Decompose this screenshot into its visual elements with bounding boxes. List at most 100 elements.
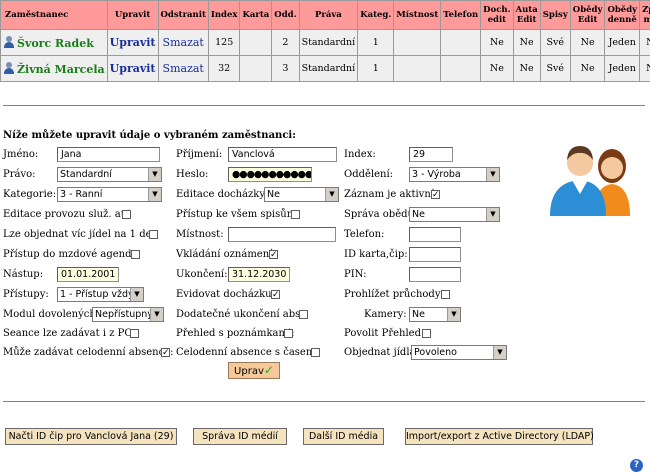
attendance-edit-cell: Ne bbox=[480, 55, 514, 82]
sprava-obedu-label: Správa obědů bbox=[344, 209, 414, 220]
table-row[interactable]: Švorc Radek Upravit Smazat 125 2 Standar… bbox=[0, 29, 650, 56]
ukonceni-label: Ukončení: bbox=[176, 269, 228, 280]
employee-table: Zaměstnanec Upravit Odstranit Index Kart… bbox=[0, 0, 650, 82]
col-header-edit: Upravit bbox=[106, 0, 159, 30]
objednat-jidla-select[interactable]: Povoleno ▼ bbox=[411, 345, 507, 360]
col-header-files: Spisy bbox=[539, 0, 571, 30]
chevron-down-icon: ▼ bbox=[447, 308, 460, 321]
vkladani-oznameni-label: Vkládání oznámení bbox=[176, 249, 273, 260]
phone-cell bbox=[440, 55, 482, 82]
editace-provozu-checkbox[interactable] bbox=[122, 210, 131, 219]
cars-edit-cell: Ne bbox=[512, 55, 541, 82]
pravo-select[interactable]: Standardní ▼ bbox=[57, 167, 162, 182]
pristup-mzdove-checkbox[interactable] bbox=[131, 250, 140, 259]
table-row[interactable]: Živná Marcela Upravit Smazat 32 3 Standa… bbox=[0, 55, 650, 82]
editace-dochazky-label: Editace docházky: bbox=[176, 189, 269, 200]
lunch-edit-cell: Ne bbox=[569, 55, 606, 82]
prehled-pozn-checkbox[interactable] bbox=[284, 329, 293, 338]
celodenni-cas-checkbox[interactable] bbox=[311, 348, 320, 357]
heslo-input[interactable]: ●●●●●●●●●●● bbox=[228, 167, 312, 182]
pin-label: PIN: bbox=[344, 269, 367, 280]
files-cell: Své bbox=[539, 29, 571, 56]
pristup-spisum-checkbox[interactable] bbox=[291, 210, 300, 219]
col-header-employee: Zaměstnanec bbox=[0, 0, 108, 30]
modul-select[interactable]: Nepřístupný ▼ bbox=[92, 307, 164, 322]
kamery-select[interactable]: Ne ▼ bbox=[409, 307, 461, 322]
pristup-spisum-label: Přístup ke všem spisům bbox=[176, 209, 297, 220]
col-header-lunch-daily: Obědy denně bbox=[604, 0, 641, 30]
povolit-prehled-label: Povolit Přehled bbox=[344, 328, 421, 339]
pristupy-value: 1 - Přístup vždy bbox=[60, 289, 134, 300]
pin-input[interactable] bbox=[409, 267, 461, 282]
povolit-prehled-checkbox[interactable] bbox=[422, 329, 431, 338]
files-cell: Své bbox=[539, 55, 571, 82]
chevron-down-icon: ▼ bbox=[486, 208, 499, 221]
zaznam-aktivni-checkbox[interactable]: ✓ bbox=[431, 190, 440, 200]
jmeno-label: Jméno: bbox=[3, 149, 39, 160]
table-header-row: Zaměstnanec Upravit Odstranit Index Kart… bbox=[0, 0, 650, 30]
vkladani-oznameni-checkbox[interactable]: ✓ bbox=[269, 250, 278, 260]
id-media-management-button[interactable]: Správa ID médií bbox=[193, 428, 287, 445]
ldap-import-export-button[interactable]: Import/export z Active Directory (LDAP) bbox=[405, 428, 594, 445]
divider-bottom bbox=[3, 401, 645, 402]
celodenni-checkbox[interactable]: ✓ bbox=[161, 348, 170, 358]
ukonceni-input[interactable]: 31.12.2030 bbox=[228, 267, 290, 282]
col-header-attendance-edit: Doch. edit bbox=[480, 0, 514, 30]
checkmark-icon: ✓ bbox=[263, 363, 274, 377]
employee-name-cell: Živná Marcela bbox=[0, 55, 108, 82]
nastup-input[interactable]: 01.01.2001 bbox=[57, 267, 119, 282]
objednat-vic-label: Lze objednat víc jídel na 1 den bbox=[3, 229, 158, 240]
cars-edit-cell: Ne bbox=[512, 29, 541, 56]
chevron-down-icon: ▼ bbox=[148, 168, 161, 181]
pravo-label: Právo: bbox=[3, 169, 36, 180]
objednat-jidla-label: Objednat jídla bbox=[344, 347, 416, 358]
help-icon[interactable]: ? bbox=[630, 459, 643, 472]
save-button[interactable]: Uprav✓ bbox=[228, 362, 280, 379]
mistnost-input[interactable] bbox=[228, 227, 336, 242]
next-id-media-button[interactable]: Další ID média bbox=[303, 428, 384, 445]
sprava-obedu-select[interactable]: Ne ▼ bbox=[409, 207, 500, 222]
celodenni-cas-label: Celodenní absence s časem: bbox=[176, 347, 319, 358]
prohlizet-checkbox[interactable] bbox=[441, 290, 450, 299]
room-cell bbox=[393, 55, 442, 82]
objednat-jidla-value: Povoleno bbox=[414, 347, 457, 358]
rights-cell: Standardní bbox=[298, 55, 359, 82]
lunch-edit-cell: Ne bbox=[569, 29, 606, 56]
modul-value: Nepřístupný bbox=[95, 309, 153, 320]
prijmeni-input[interactable]: Vanclová bbox=[228, 147, 337, 162]
employee-name: Živná Marcela bbox=[17, 62, 105, 76]
jmeno-input[interactable]: Jana bbox=[57, 147, 160, 162]
dodatecne-checkbox[interactable] bbox=[299, 310, 308, 319]
index-cell: 32 bbox=[207, 55, 241, 82]
id-karta-input[interactable] bbox=[409, 247, 461, 262]
person-icon bbox=[4, 35, 14, 48]
load-id-chip-button[interactable]: Načti ID čip pro Vanclová Jana (29) bbox=[5, 428, 177, 445]
delete-link[interactable]: Smazat bbox=[163, 62, 204, 75]
delete-link[interactable]: Smazat bbox=[163, 36, 204, 49]
telefon-input[interactable] bbox=[409, 227, 461, 242]
pristupy-select[interactable]: 1 - Přístup vždy ▼ bbox=[57, 287, 144, 302]
users-icon bbox=[550, 146, 630, 216]
chevron-down-icon: ▼ bbox=[150, 308, 163, 321]
objednat-vic-checkbox[interactable] bbox=[149, 230, 158, 239]
oddeleni-select[interactable]: 3 - Výroba ▼ bbox=[409, 167, 500, 182]
col-header-dept: Odd. bbox=[271, 0, 300, 30]
prehled-pozn-label: Přehled s poznámkami: bbox=[176, 328, 295, 339]
col-header-room: Místnost bbox=[393, 0, 442, 30]
col-header-messages: Zprá mez bbox=[639, 0, 650, 30]
person-icon bbox=[4, 61, 14, 74]
chevron-down-icon: ▼ bbox=[130, 288, 143, 301]
edit-link[interactable]: Upravit bbox=[110, 36, 156, 49]
evidovat-checkbox[interactable]: ✓ bbox=[271, 290, 280, 300]
col-header-category: Kateg. bbox=[357, 0, 395, 30]
index-label: Index: bbox=[344, 149, 376, 160]
editace-dochazky-select[interactable]: Ne ▼ bbox=[264, 187, 339, 202]
col-header-rights: Práva bbox=[298, 0, 359, 30]
edit-link[interactable]: Upravit bbox=[110, 62, 156, 75]
kategorie-select[interactable]: 3 - Ranní ▼ bbox=[57, 187, 162, 202]
nastup-label: Nástup: bbox=[3, 269, 44, 280]
save-button-label: Uprav bbox=[234, 366, 264, 377]
attendance-edit-cell: Ne bbox=[480, 29, 514, 56]
index-input[interactable]: 29 bbox=[409, 147, 453, 162]
seance-checkbox[interactable] bbox=[130, 329, 139, 338]
